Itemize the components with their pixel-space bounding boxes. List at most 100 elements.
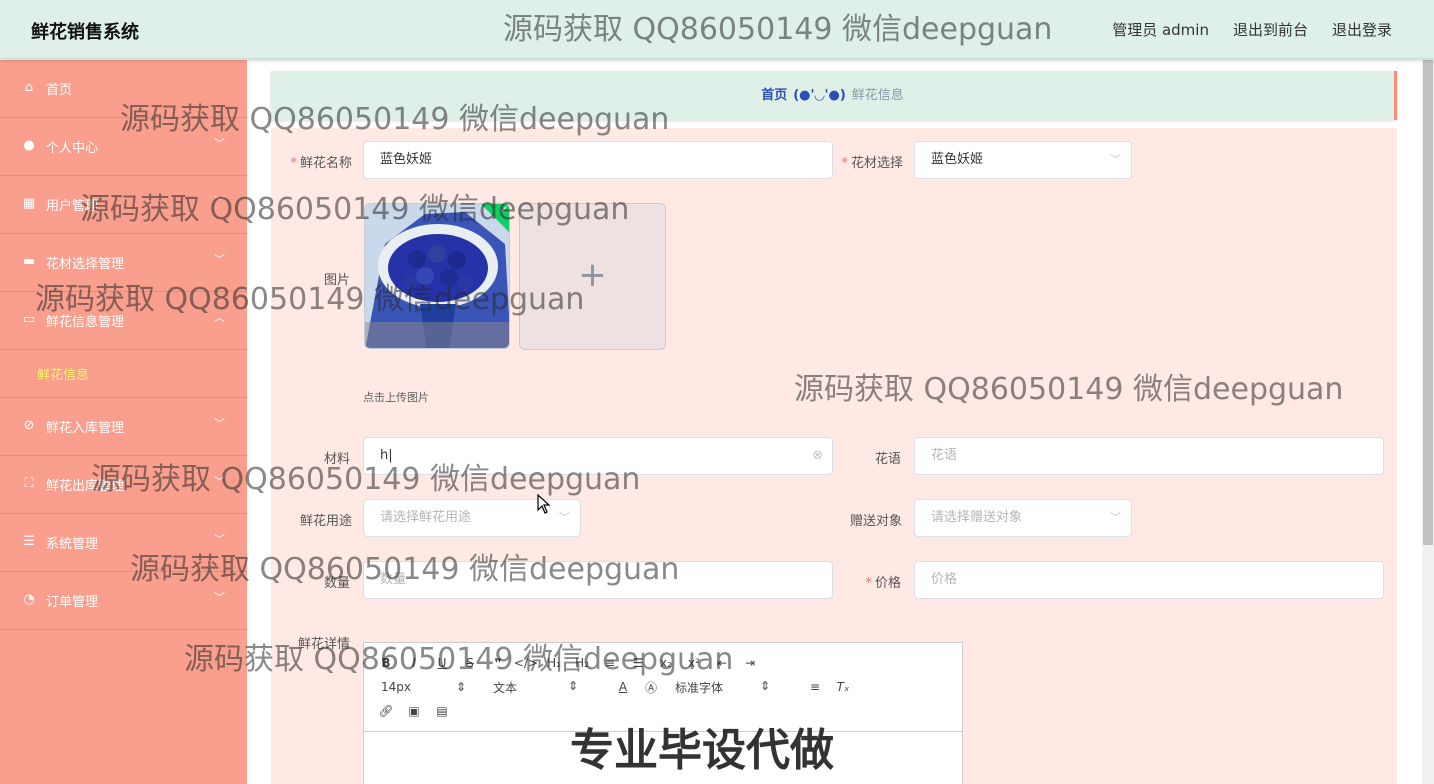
scrollbar-thumb[interactable] (1423, 60, 1433, 545)
detail-label: 鲜花详情 (297, 637, 350, 652)
chevron-down-icon: ﹀ (214, 533, 225, 546)
material-select-label: * 花材选择 (841, 156, 903, 171)
superscript-icon[interactable]: x² (680, 656, 708, 670)
material-select[interactable]: 蓝色妖姬 ﹀ (914, 141, 1132, 179)
chevron-down-icon: ﹀ (214, 475, 225, 488)
box-icon: ▬ (22, 254, 36, 269)
ordered-list-icon[interactable]: ≡ (596, 656, 624, 670)
flower-language-input[interactable]: 花语 (914, 437, 1384, 475)
sidebar: ⌂ 首页 ● 个人中心 ﹀ ▦ 用户管理 ﹀ ▬ 花材选择管理 ﹀ ▭ 鲜花信息… (0, 60, 247, 784)
plus-icon: + (578, 255, 607, 295)
quantity-label: 数量 (323, 576, 350, 591)
bold-icon[interactable]: B (372, 656, 400, 670)
gauge-icon: ◔ (23, 592, 35, 607)
editor-toolbar-row-3: 🔗︎ ▣ ▤ (372, 699, 456, 723)
sidebar-item-label: 鲜花信息管理 (46, 315, 125, 330)
uploaded-image-thumbnail[interactable]: ✓ (364, 203, 510, 349)
sidebar-item-system[interactable]: ☰ 系统管理 ﹀ (0, 514, 247, 572)
chevron-up-icon: ︿ (214, 311, 225, 324)
vertical-scrollbar[interactable] (1422, 60, 1434, 784)
quantity-input[interactable]: 数量 (363, 561, 833, 599)
outdent-icon[interactable]: ⇤ (708, 656, 736, 670)
logout-link[interactable]: 退出登录 (1332, 19, 1392, 40)
mouse-cursor-icon (537, 494, 551, 514)
chevron-down-icon: ﹀ (1110, 511, 1121, 524)
editor-toolbar-row-2: 14px ⇕ 文本 ⇕ A Ⓐ 标准字体 ⇕ ≡ Tₓ (381, 675, 857, 699)
indent-icon[interactable]: ⇥ (736, 656, 764, 670)
block-type-picker[interactable]: 文本 ⇕ (493, 679, 609, 696)
sidebar-item-stock-in[interactable]: ⊘ 鲜花入库管理 ﹀ (0, 398, 247, 456)
current-user: 管理员 admin (1112, 21, 1209, 39)
name-label: * 鲜花名称 (290, 156, 352, 171)
updown-icon: ⇕ (568, 678, 579, 693)
sidebar-item-label: 用户管理 (46, 199, 99, 214)
underline-icon[interactable]: U (428, 656, 456, 670)
gift-target-select[interactable]: 请选择赠送对象 ﹀ (914, 499, 1132, 537)
submenu-flower-info: 鲜花信息 (0, 350, 247, 398)
sidebar-item-orders[interactable]: ◔ 订单管理 ﹀ (0, 572, 247, 630)
font-family-picker[interactable]: 标准字体 ⇕ (675, 679, 801, 696)
background-color-icon[interactable]: Ⓐ (637, 679, 665, 696)
frame-icon: ⛶ (24, 476, 34, 491)
font-color-icon[interactable]: A (609, 680, 637, 694)
name-input[interactable]: 蓝色妖姬 (363, 141, 833, 179)
blockquote-icon[interactable]: ❞ (484, 656, 512, 670)
usage-placeholder: 请选择鲜花用途 (380, 510, 472, 525)
material-input[interactable]: h| ⊗ (363, 437, 833, 475)
sidebar-item-home[interactable]: ⌂ 首页 (0, 60, 247, 118)
heading-1-icon[interactable]: H₁ (540, 656, 568, 670)
chevron-down-icon: ﹀ (559, 511, 570, 524)
sidebar-item-stock-out[interactable]: ⛶ 鲜花出库管理 ﹀ (0, 456, 247, 514)
flower-form: * 鲜花名称 蓝色妖姬 * 花材选择 蓝色妖姬 ﹀ 图片 ✓ + 点击上传图片 … (271, 128, 1397, 784)
user-icon: ● (23, 138, 35, 153)
top-bar: 鲜花销售系统 管理员 admin 退出到前台 退出登录 (0, 0, 1434, 59)
gift-target-label: 赠送对象 (849, 514, 902, 529)
price-input[interactable]: 价格 (914, 561, 1384, 599)
video-icon[interactable]: ▤ (428, 704, 456, 718)
sidebar-item-label: 系统管理 (46, 537, 99, 552)
link-icon[interactable]: 🔗︎ (372, 704, 400, 718)
breadcrumb-separator: (●'◡'●) (793, 88, 846, 103)
subscript-icon[interactable]: x₂ (652, 656, 680, 670)
material-select-value: 蓝色妖姬 (931, 152, 984, 167)
chevron-down-icon: ﹀ (214, 253, 225, 266)
exit-to-front-link[interactable]: 退出到前台 (1233, 19, 1308, 40)
chevron-down-icon: ﹀ (214, 195, 225, 208)
heading-2-icon[interactable]: H₂ (568, 656, 596, 670)
font-size-picker[interactable]: 14px ⇕ (381, 680, 493, 694)
bell-off-icon: ⊘ (23, 418, 35, 433)
price-label: * 价格 (865, 576, 901, 591)
breadcrumb-home[interactable]: 首页 (761, 88, 787, 103)
sidebar-item-material[interactable]: ▬ 花材选择管理 ﹀ (0, 234, 247, 292)
image-icon[interactable]: ▣ (400, 704, 428, 718)
breadcrumb-current: 鲜花信息 (851, 88, 904, 103)
chevron-down-icon: ﹀ (214, 417, 225, 430)
bullet-list-icon[interactable]: ☰ (624, 656, 652, 670)
align-icon[interactable]: ≡ (801, 680, 829, 694)
main-content: 首页 (●'◡'●) 鲜花信息 * 鲜花名称 蓝色妖姬 * 花材选择 蓝色妖姬 ﹀ 图片 (247, 60, 1434, 784)
sidebar-item-label: 首页 (46, 83, 73, 98)
blue-rose-bouquet-image (365, 204, 509, 348)
upload-hint: 点击上传图片 (363, 391, 429, 404)
chevron-down-icon: ﹀ (1110, 153, 1121, 166)
sliders-icon: ☰ (23, 534, 35, 549)
rich-text-editor: B I U S ❞ </> H₁ H₂ ≡ ☰ x₂ x² ⇤ ⇥ 14px ⇕ … (363, 642, 963, 784)
clear-format-icon[interactable]: Tₓ (829, 680, 857, 694)
image-label: 图片 (323, 273, 350, 288)
breadcrumb: 首页 (●'◡'●) 鲜花信息 (271, 71, 1397, 120)
material-input-value: h (380, 448, 389, 463)
sidebar-item-label: 花材选择管理 (46, 257, 125, 272)
italic-icon[interactable]: I (400, 656, 428, 670)
app-title: 鲜花销售系统 (31, 22, 139, 43)
add-image-button[interactable]: + (519, 203, 666, 350)
sidebar-item-flower-info[interactable]: ▭ 鲜花信息管理 ︿ (0, 292, 247, 350)
sidebar-item-label: 订单管理 (46, 595, 99, 610)
sidebar-item-profile[interactable]: ● 个人中心 ﹀ (0, 118, 247, 176)
sidebar-item-users[interactable]: ▦ 用户管理 ﹀ (0, 176, 247, 234)
editor-content-area[interactable] (364, 731, 962, 784)
updown-icon: ⇕ (760, 678, 771, 693)
sidebar-subitem-flower-info[interactable]: 鲜花信息 (37, 364, 89, 383)
strikethrough-icon[interactable]: S (456, 656, 484, 670)
code-block-icon[interactable]: </> (512, 656, 540, 670)
chevron-down-icon: ﹀ (214, 591, 225, 604)
